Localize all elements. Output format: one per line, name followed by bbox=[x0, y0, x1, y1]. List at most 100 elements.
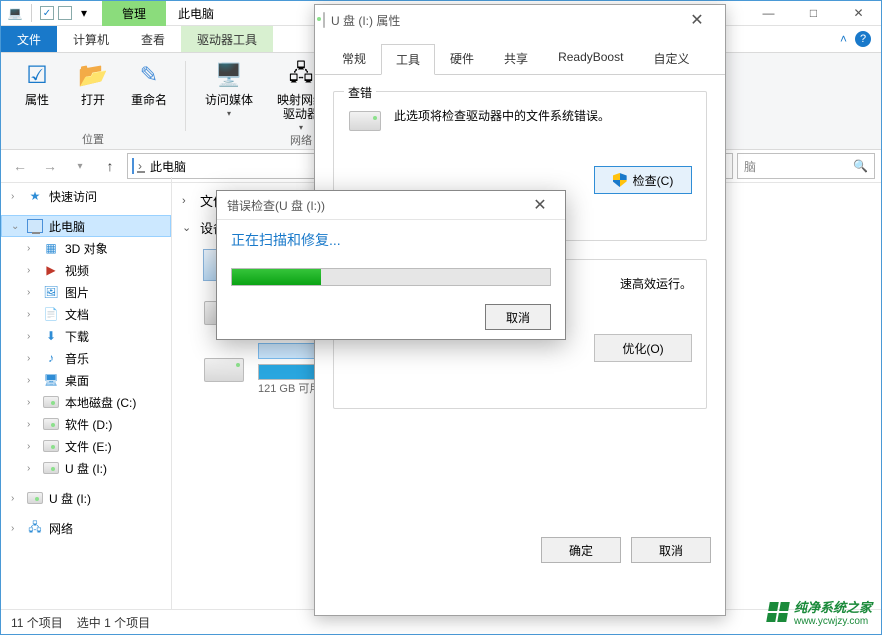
close-button[interactable]: ✕ bbox=[836, 1, 881, 25]
tab-readyboost[interactable]: ReadyBoost bbox=[543, 43, 638, 74]
expand-icon[interactable]: › bbox=[27, 463, 37, 474]
nav-music[interactable]: › ♪ 音乐 bbox=[1, 347, 171, 369]
usb-icon bbox=[27, 490, 43, 506]
nav-filee[interactable]: › 文件 (E:) bbox=[1, 435, 171, 457]
tab-general[interactable]: 常规 bbox=[327, 43, 381, 74]
up-button[interactable]: ↑ bbox=[97, 153, 123, 179]
help-icon[interactable]: ? bbox=[855, 31, 871, 47]
collapse-icon[interactable]: ⌄ bbox=[11, 221, 21, 232]
cube-icon: ▦ bbox=[43, 240, 59, 256]
expand-icon[interactable]: › bbox=[27, 309, 37, 320]
ribbon-properties[interactable]: ☑ 属性 bbox=[9, 57, 65, 131]
nav-desktop[interactable]: › 🖥 桌面 bbox=[1, 369, 171, 391]
tab-hardware[interactable]: 硬件 bbox=[435, 43, 489, 74]
nav-softd[interactable]: › 软件 (D:) bbox=[1, 413, 171, 435]
expand-icon[interactable]: › bbox=[11, 493, 21, 504]
dialog-titlebar[interactable]: U 盘 (I:) 属性 ✕ bbox=[315, 5, 725, 35]
close-icon[interactable]: ✕ bbox=[525, 195, 555, 215]
nav-label: 视频 bbox=[65, 262, 89, 279]
collapse-ribbon-icon[interactable]: ˄ bbox=[840, 32, 847, 46]
file-tab[interactable]: 文件 bbox=[1, 26, 57, 52]
chevron-down-icon[interactable]: ⌄ bbox=[182, 221, 194, 234]
window-title: 此电脑 bbox=[166, 1, 226, 26]
nav-quickaccess[interactable]: › ★ 快速访问 bbox=[1, 185, 171, 207]
expand-icon[interactable]: › bbox=[11, 191, 21, 202]
nav-localc[interactable]: › 本地磁盘 (C:) bbox=[1, 391, 171, 413]
recent-dropdown[interactable]: ▾ bbox=[67, 153, 93, 179]
breadcrumb[interactable]: 此电脑 bbox=[146, 158, 190, 175]
checkbox-icon[interactable] bbox=[58, 6, 72, 20]
status-selection: 选中 1 个项目 bbox=[77, 614, 150, 631]
optimize-button[interactable]: 优化(O) bbox=[594, 334, 692, 362]
nav-label: 图片 bbox=[65, 284, 89, 301]
expand-icon[interactable]: › bbox=[11, 523, 21, 534]
close-icon[interactable]: ✕ bbox=[677, 10, 717, 30]
properties-tabs: 常规 工具 硬件 共享 ReadyBoost 自定义 bbox=[315, 35, 725, 75]
nav-pictures[interactable]: › 🖼 图片 bbox=[1, 281, 171, 303]
nav-usbi[interactable]: › U 盘 (I:) bbox=[1, 457, 171, 479]
tab-view[interactable]: 查看 bbox=[125, 26, 181, 52]
pc-icon: 💻 bbox=[7, 5, 23, 21]
separator bbox=[31, 4, 32, 22]
nav-label: U 盘 (I:) bbox=[49, 490, 91, 507]
dialog-titlebar[interactable]: 错误检查(U 盘 (I:)) ✕ bbox=[217, 191, 565, 220]
dialog-title: 错误检查(U 盘 (I:)) bbox=[227, 197, 325, 214]
ok-button[interactable]: 确定 bbox=[541, 537, 621, 563]
tab-tools[interactable]: 工具 bbox=[381, 44, 435, 75]
nav-videos[interactable]: › ▶ 视频 bbox=[1, 259, 171, 281]
expand-icon[interactable]: › bbox=[27, 441, 37, 452]
chevron-right-icon[interactable]: › bbox=[182, 195, 194, 207]
status-count: 11 个项目 bbox=[11, 614, 63, 631]
nav-3dobjects[interactable]: › ▦ 3D 对象 bbox=[1, 237, 171, 259]
errorcheck-dialog: 错误检查(U 盘 (I:)) ✕ 正在扫描和修复... 取消 bbox=[216, 190, 566, 340]
ribbon-media[interactable]: 🖥️ 访问媒体 ▾ bbox=[193, 57, 265, 132]
nav-label: 文件 (E:) bbox=[65, 438, 112, 455]
watermark-brand: 纯净系统之家 bbox=[794, 597, 872, 616]
back-button[interactable]: ← bbox=[7, 153, 33, 179]
dialog-buttons: 确定 取消 bbox=[541, 537, 711, 563]
rename-icon: ✎ bbox=[133, 59, 165, 91]
ribbon-label: 打开 bbox=[81, 93, 105, 107]
status-message: 正在扫描和修复... bbox=[231, 230, 551, 250]
search-box[interactable]: 脑 🔍 bbox=[737, 153, 875, 179]
forward-button[interactable]: → bbox=[37, 153, 63, 179]
maximize-button[interactable]: □ bbox=[791, 1, 836, 25]
tab-computer[interactable]: 计算机 bbox=[57, 26, 125, 52]
progress-fill bbox=[232, 269, 321, 285]
search-icon[interactable]: 🔍 bbox=[853, 159, 868, 173]
overflow-icon[interactable]: ▾ bbox=[76, 5, 92, 21]
ribbon-label: 属性 bbox=[25, 93, 49, 107]
nav-downloads[interactable]: › ⬇ 下载 bbox=[1, 325, 171, 347]
checkbox-icon[interactable]: ✓ bbox=[40, 6, 54, 20]
nav-documents[interactable]: › 📄 文档 bbox=[1, 303, 171, 325]
ribbon-rename[interactable]: ✎ 重命名 bbox=[121, 57, 177, 131]
cancel-button[interactable]: 取消 bbox=[631, 537, 711, 563]
check-button[interactable]: 检查(C) bbox=[594, 166, 692, 194]
usb-icon bbox=[43, 460, 59, 476]
expand-icon[interactable]: › bbox=[27, 265, 37, 276]
nav-thispc[interactable]: ⌄ 此电脑 bbox=[1, 215, 171, 237]
tab-custom[interactable]: 自定义 bbox=[638, 43, 704, 74]
tab-sharing[interactable]: 共享 bbox=[489, 43, 543, 74]
expand-icon[interactable]: › bbox=[27, 419, 37, 430]
expand-icon[interactable]: › bbox=[27, 397, 37, 408]
expand-icon[interactable]: › bbox=[27, 353, 37, 364]
tab-drivetools[interactable]: 驱动器工具 bbox=[181, 26, 273, 52]
ribbon-group-caption: 位置 bbox=[82, 131, 104, 149]
documents-icon: 📄 bbox=[43, 306, 59, 322]
expand-icon[interactable]: › bbox=[27, 243, 37, 254]
ribbon-open[interactable]: 📂 打开 bbox=[65, 57, 121, 131]
nav-network[interactable]: › 🖧 网络 bbox=[1, 517, 171, 539]
expand-icon[interactable]: › bbox=[27, 331, 37, 342]
minimize-button[interactable]: — bbox=[746, 1, 791, 25]
expand-icon[interactable]: › bbox=[27, 375, 37, 386]
pictures-icon: 🖼 bbox=[43, 284, 59, 300]
nav-label: 音乐 bbox=[65, 350, 89, 367]
drive-icon bbox=[43, 394, 59, 410]
media-icon: 🖥️ bbox=[213, 59, 245, 91]
contextual-tab-manage[interactable]: 管理 bbox=[102, 1, 166, 26]
cancel-button[interactable]: 取消 bbox=[485, 304, 551, 330]
ribbon-right: ˄ ? bbox=[840, 26, 881, 52]
nav-usbi-root[interactable]: › U 盘 (I:) bbox=[1, 487, 171, 509]
expand-icon[interactable]: › bbox=[27, 287, 37, 298]
